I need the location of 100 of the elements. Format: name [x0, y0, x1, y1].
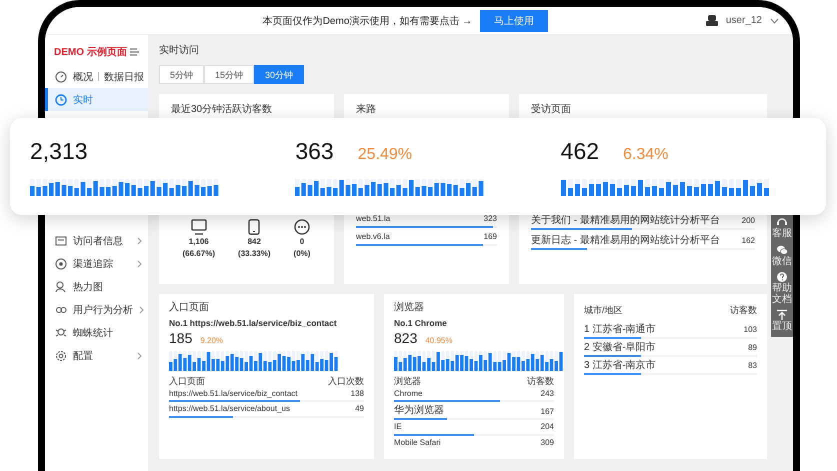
row-label: 1 江苏省-南通市	[584, 324, 656, 335]
row-value: 103	[744, 326, 757, 335]
more-icon	[294, 219, 310, 235]
stat-percent: 25.49%	[358, 146, 412, 164]
row-value: 138	[350, 390, 364, 398]
row-label: Mobile Safari	[394, 439, 441, 448]
row-label: Chrome	[394, 390, 422, 398]
toolbar-button[interactable]: 客服	[771, 216, 793, 240]
row-value: 309	[540, 439, 554, 448]
top-percent: 40.95%	[425, 337, 452, 346]
row-value: 169	[484, 232, 497, 242]
item-label: 配置	[73, 350, 93, 362]
time-range-tab[interactable]: 5分钟	[159, 65, 204, 84]
card-title: 受访页面	[531, 104, 572, 115]
logo-text: DEMO 示例页面	[54, 46, 127, 59]
column-header: 入口次数	[328, 376, 364, 387]
row-label: 更新日志 - 最精准易用的网站统计分析平台	[531, 235, 720, 246]
row-value: 49	[355, 405, 364, 414]
item-label: 渠道追踪	[73, 258, 113, 270]
top-percent: 9.20%	[200, 337, 224, 346]
column-header: 访客数	[527, 376, 554, 387]
row-label: https://web.51.la/service/biz_contact	[169, 390, 298, 398]
column-header: 访客数	[730, 306, 757, 316]
row-label: 华为浏览器	[394, 405, 444, 416]
row-value: 204	[540, 423, 554, 432]
device-share: (66.67%)	[182, 250, 215, 259]
stat-value: 363	[295, 138, 334, 165]
top-item: No.1 Chrome	[394, 319, 448, 328]
row-value: 243	[540, 390, 554, 398]
device-count: 1,106	[188, 238, 209, 247]
row-label: 关于我们 - 最精准易用的网站统计分析平台	[531, 215, 720, 226]
column-header: 城市/地区	[584, 306, 623, 316]
card-title: 浏览器	[394, 302, 425, 313]
top-count: 823	[394, 331, 418, 347]
top-item: No.1 https://web.51.la/service/biz_contact	[169, 319, 338, 328]
row-label: 3 江苏省-南京市	[584, 360, 656, 371]
sidebar-item[interactable]: 实时	[45, 88, 148, 111]
row-label: web.51.la	[356, 215, 390, 224]
sidebar-icon	[55, 94, 67, 106]
sidebar-item[interactable]: 访问者信息	[45, 229, 148, 252]
item-label: 热力图	[73, 280, 103, 294]
sidebar-icon	[55, 326, 67, 338]
toolbar-button[interactable]: 微信	[771, 244, 793, 267]
item-label: 访问者信息	[73, 234, 123, 248]
item-label: 概况	[73, 70, 93, 84]
row-value: 162	[742, 237, 755, 246]
row-label: 2 安徽省-阜阳市	[584, 342, 656, 353]
row-label: IE	[394, 423, 402, 432]
chevron-down-icon[interactable]	[770, 18, 779, 24]
toolbar-button[interactable]: 帮助文档	[771, 271, 793, 305]
device-share: (0%)	[294, 250, 310, 259]
top-arrow-icon	[776, 309, 788, 321]
column-header: 浏览器	[394, 376, 421, 387]
headset-icon	[776, 216, 788, 228]
device-count: 842	[248, 238, 261, 247]
top-count: 185	[169, 331, 192, 347]
stat-value: 462	[560, 138, 600, 165]
sidebar-item[interactable]: 配置	[45, 344, 148, 367]
row-value: 323	[484, 215, 497, 224]
sidebar-icon	[55, 280, 67, 292]
sidebar-icon	[55, 258, 67, 270]
sidebar-item[interactable]: 渠道追踪	[45, 252, 148, 275]
notice-text: 本页面仅作为Demo演示使用，如有需要点击 →	[262, 14, 472, 28]
sidebar-item[interactable]: 概况 数据日报	[45, 65, 148, 88]
row-value: 89	[748, 344, 757, 353]
page-title: 实时访问	[159, 44, 200, 57]
card-title: 来路	[356, 104, 377, 115]
time-range-tab[interactable]: 30分钟	[254, 65, 304, 84]
toolbar-button[interactable]: 置顶	[771, 309, 793, 332]
row-value: 200	[742, 217, 755, 226]
monitor-icon	[190, 219, 207, 235]
stat-value: 2,313	[30, 138, 88, 165]
item-label: 用户行为分析	[73, 304, 133, 316]
card-title: 入口页面	[169, 302, 210, 313]
username[interactable]: user_12	[726, 15, 762, 26]
item-label: 蜘蛛统计	[73, 326, 113, 340]
use-now-button[interactable]: 马上使用	[480, 10, 548, 32]
chat-icon	[776, 244, 788, 256]
menu-icon[interactable]	[130, 48, 140, 56]
row-value: 83	[748, 362, 757, 371]
sidebar-item[interactable]: 热力图	[45, 275, 148, 298]
column-header: 入口页面	[169, 376, 205, 387]
sidebar-icon	[55, 70, 67, 82]
row-label: https://web.51.la/service/about_us	[169, 405, 290, 414]
item-label: 数据日报	[104, 70, 144, 84]
card-title: 最近30分钟活跃访客数	[171, 104, 274, 115]
device-count: 0	[300, 238, 304, 247]
user-icon[interactable]	[706, 15, 718, 26]
sidebar-icon	[55, 234, 67, 246]
sidebar-item[interactable]: 用户行为分析	[45, 298, 148, 321]
help-icon	[776, 271, 788, 283]
device-share: (33.33%)	[238, 250, 270, 259]
row-value: 167	[540, 408, 554, 416]
sidebar-icon	[55, 350, 67, 362]
sidebar-item[interactable]: 蜘蛛统计	[45, 321, 148, 344]
row-label: web.v6.la	[356, 232, 390, 242]
phone-icon	[246, 219, 262, 235]
stat-percent: 6.34%	[623, 146, 668, 164]
time-range-tab[interactable]: 15分钟	[204, 65, 254, 84]
item-label: 实时	[73, 94, 93, 106]
